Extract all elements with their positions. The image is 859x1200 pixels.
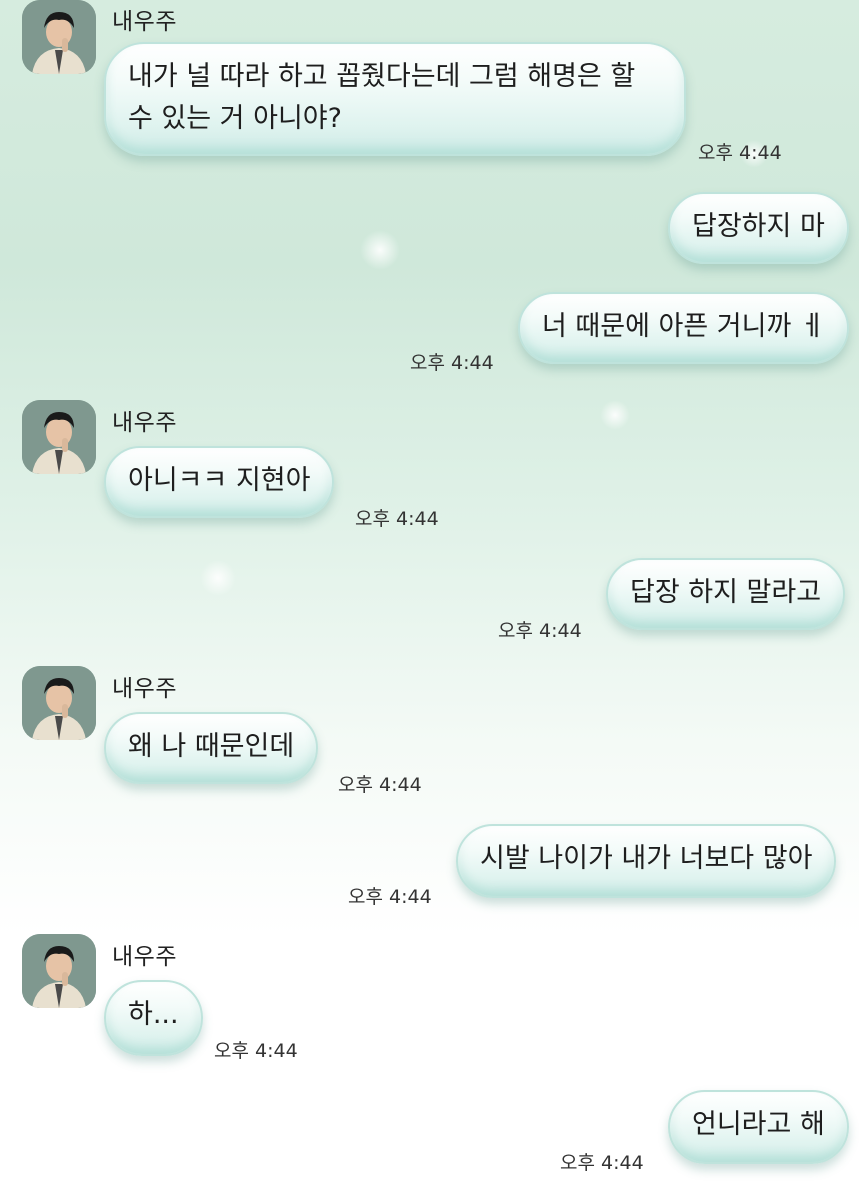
message-timestamp: 오후 4:44 xyxy=(410,352,494,374)
sender-name: 내우주 xyxy=(112,410,177,436)
contact-avatar[interactable] xyxy=(22,400,96,474)
message-timestamp: 오후 4:44 xyxy=(348,886,432,908)
message-bubble-incoming[interactable]: 아니ㅋㅋ 지현아 xyxy=(104,446,335,518)
message-timestamp: 오후 4:44 xyxy=(338,774,422,796)
message-bubble-outgoing[interactable]: 시발 나이가 내가 너보다 많아 xyxy=(456,824,837,898)
sender-name: 내우주 xyxy=(112,944,177,970)
message-timestamp: 오후 4:44 xyxy=(214,1040,298,1062)
contact-avatar[interactable] xyxy=(22,0,96,74)
message-bubble-incoming[interactable]: 왜 나 때문인데 xyxy=(104,712,319,784)
message-bubble-incoming[interactable]: 하... xyxy=(104,980,203,1056)
sender-name: 내우주 xyxy=(112,676,177,702)
sender-name: 내우주 xyxy=(112,9,177,35)
message-bubble-outgoing[interactable]: 언니라고 해 xyxy=(668,1090,849,1164)
message-timestamp: 오후 4:44 xyxy=(498,620,582,642)
message-timestamp: 오후 4:44 xyxy=(698,142,782,164)
background-sparkle xyxy=(360,230,400,270)
message-bubble-outgoing[interactable]: 답장 하지 말라고 xyxy=(606,558,846,630)
background-sparkle xyxy=(200,560,236,596)
contact-avatar[interactable] xyxy=(22,934,96,1008)
message-timestamp: 오후 4:44 xyxy=(560,1152,644,1174)
background-sparkle xyxy=(600,400,630,430)
contact-avatar[interactable] xyxy=(22,666,96,740)
message-bubble-outgoing[interactable]: 너 때문에 아픈 거니까 ㅔ xyxy=(518,292,849,364)
message-bubble-incoming[interactable]: 내가 널 따라 하고 꼽줬다는데 그럼 해명은 할 수 있는 거 아니야? xyxy=(104,42,686,156)
message-timestamp: 오후 4:44 xyxy=(355,508,439,530)
message-bubble-outgoing[interactable]: 답장하지 마 xyxy=(668,192,849,264)
